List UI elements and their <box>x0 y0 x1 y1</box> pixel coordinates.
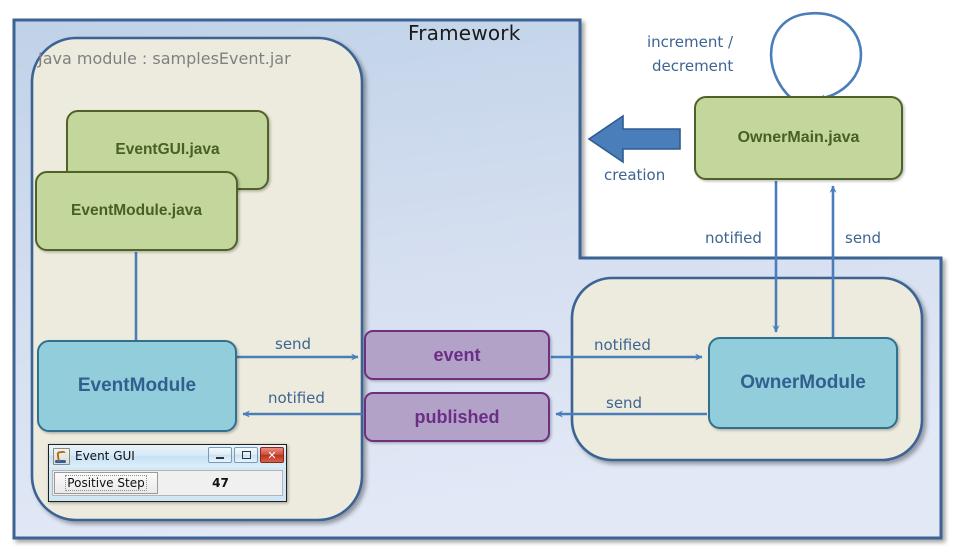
maximize-icon <box>241 451 251 459</box>
node-event-label: event <box>433 344 481 365</box>
creation-block-arrow <box>587 114 681 164</box>
node-eventmodule-label: EventModule <box>77 375 197 396</box>
edge-label-increment: increment / <box>647 33 734 51</box>
edge-label-send-eventmodule: send <box>275 335 312 353</box>
edge-label-decrement: decrement <box>652 57 734 75</box>
node-ownermain-java[interactable]: OwnerMain.java <box>694 96 903 180</box>
node-event[interactable]: event <box>364 330 550 380</box>
maximize-button[interactable] <box>234 447 258 463</box>
node-ownermain-java-label: OwnerMain.java <box>737 129 860 146</box>
java-window-title: Event GUI <box>75 449 135 463</box>
close-button[interactable]: ✕ <box>260 447 284 463</box>
positive-step-button-label: Positive Step <box>65 475 147 491</box>
edge-label-notified-ownermodule: notified <box>594 336 651 354</box>
edge-ownermain-selfloop <box>769 11 863 102</box>
java-window-content: Positive Step 47 <box>52 470 283 496</box>
positive-step-button[interactable]: Positive Step <box>54 472 158 494</box>
node-eventgui-java-label: EventGUI.java <box>115 141 220 158</box>
node-eventmodule[interactable]: EventModule <box>37 340 237 432</box>
node-eventmodule-java[interactable]: EventModule.java <box>35 171 238 251</box>
edge-label-notified-eventmodule: notified <box>268 389 325 407</box>
java-window-controls: ✕ <box>208 447 284 463</box>
java-swing-window[interactable]: Event GUI ✕ Positive Step 47 <box>48 444 287 502</box>
node-published[interactable]: published <box>364 392 550 442</box>
node-ownermodule-label: OwnerModule <box>740 372 866 393</box>
minimize-icon <box>216 457 224 459</box>
java-window-titlebar[interactable]: Event GUI ✕ <box>49 445 286 467</box>
edge-label-send-ownermodule: send <box>606 394 643 412</box>
edge-label-notified-ownermain: notified <box>705 229 762 247</box>
node-ownermodule[interactable]: OwnerModule <box>708 337 898 429</box>
node-eventmodule-java-label: EventModule.java <box>71 202 202 219</box>
diagram-canvas: Framework Java module : samplesEvent.jar… <box>0 0 953 559</box>
java-coffee-cup-icon <box>53 447 70 465</box>
node-published-label: published <box>414 406 500 427</box>
edge-label-send-ownermain: send <box>845 229 882 247</box>
minimize-button[interactable] <box>208 447 232 463</box>
framework-title: Framework <box>408 21 521 45</box>
java-module-label: Java module : samplesEvent.jar <box>38 49 291 68</box>
close-icon: ✕ <box>267 448 277 462</box>
edge-label-creation: creation <box>604 166 666 184</box>
step-value-display: 47 <box>212 476 229 490</box>
